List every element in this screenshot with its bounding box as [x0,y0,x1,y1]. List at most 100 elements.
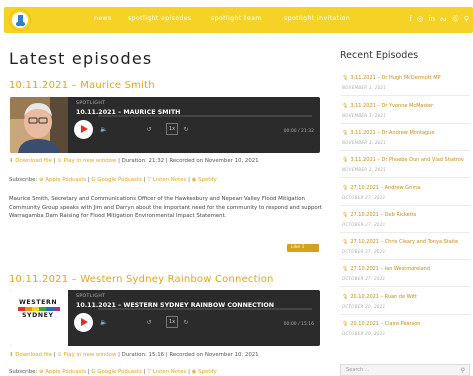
linkedin-icon[interactable]: in [429,15,435,23]
recent-episode-link[interactable]: 🎙 27.10.2021 – Andrew Grima [342,185,472,191]
recent-episode-link[interactable]: 🎙 27.10.2021 – Deb Ricketts [342,212,472,218]
mic-icon: 🎙 [342,130,349,136]
mic-icon: 🎙 [342,239,349,245]
apple-podcasts-link[interactable]: Apple Podcasts [45,369,86,375]
sidebar-search-input[interactable]: Search ... ⚲ [340,364,470,376]
recent-episode-date: OCTOBER 27, 2021 [342,222,386,227]
mic-icon: 🎙 [342,75,349,81]
recorded-date: Recorded on November 10, 2021 [169,352,259,358]
play-button[interactable] [74,313,93,332]
top-bar: news spotlight episodes spotlight team s… [4,7,473,33]
progress-track[interactable] [98,308,312,310]
mic-icon: 🎙 [342,185,349,191]
nav-spotlight-invitation[interactable]: spotlight invitation [284,15,350,22]
subscribe-label: Subscribe: [9,369,38,375]
search-icon[interactable]: ⚲ [464,15,469,23]
page-title: Latest episodes [9,49,153,68]
forward-icon[interactable]: ↻ [180,317,192,328]
download-link[interactable]: Download file [15,352,52,358]
episode-meta: ⬇ Download file | ⊙ Play in new window |… [9,352,259,358]
volume-icon[interactable]: 🔈 [100,319,107,326]
rss-icon[interactable]: ᔓ [440,15,446,23]
audio-player: WESTERN SYDNEY SPOTLIGHT 10.11.2021 – WE… [10,290,320,346]
download-link[interactable]: Download file [15,158,52,164]
listen-notes-link[interactable]: Listen Notes [153,177,186,183]
nav-spotlight-team[interactable]: spotlight team [211,15,262,22]
recent-episode-link[interactable]: 🎙 3.11.2021 – Dr Yvonne McMaster [342,103,472,109]
mic-icon: 🎙 [342,212,349,218]
nav-news[interactable]: news [94,15,112,22]
episode-description: Maurice Smith, Secretary and Communicati… [9,196,323,220]
progress-track[interactable] [98,115,312,117]
recent-episode-link[interactable]: 🎙 20.10.2021 – Ruan de Witt [342,294,472,300]
episode-title[interactable]: 10.11.2021 – Western Sydney Rainbow Conn… [9,274,274,285]
facebook-icon[interactable]: f [409,15,411,23]
subscribe-row: Subscribe: ⊕ Apple Podcasts | G Google P… [9,369,217,375]
spotify-link[interactable]: Spotify [198,369,217,375]
episode-title[interactable]: 10.11.2021 – Maurice Smith [9,80,155,91]
google-podcasts-link[interactable]: Google Podcasts [97,369,142,375]
mic-icon: 🎙 [342,321,349,327]
like-button[interactable]: Like 1 [287,244,319,252]
mic-icon: 🎙 [342,157,349,163]
download-icon[interactable]: ⬇ [9,158,14,164]
recent-episode-date: NOVEMBER 3, 2021 [342,167,387,172]
recent-episode-link[interactable]: 🎙 27.10.2021 – Chris Cleary and Tonya Sta… [342,239,472,245]
recent-episode-date: OCTOBER 27, 2021 [342,195,386,200]
download-icon[interactable]: ⬇ [9,352,14,358]
sidebar-title: Recent Episodes [340,50,419,61]
search-icon[interactable]: ⚲ [461,366,465,376]
subscribe-label: Subscribe: [9,177,38,183]
play-new-window-link[interactable]: Play in new window [63,352,116,358]
play-button[interactable] [74,120,93,139]
speed-button[interactable]: 1x [166,123,178,135]
apple-podcasts-link[interactable]: Apple Podcasts [45,177,86,183]
player-time: 00:00 / 15:16 [283,322,314,327]
recent-episode-date: NOVEMBER 3, 2021 [342,140,387,145]
instagram-icon[interactable]: ◎ [417,15,423,23]
spotify-link[interactable]: Spotify [198,177,217,183]
mic-icon: 🎙 [342,266,349,272]
mic-icon: 🎙 [342,294,349,300]
listen-notes-link[interactable]: Listen Notes [153,369,186,375]
speed-button[interactable]: 1x [166,316,178,328]
divider [340,286,470,287]
social-links: f ◎ in ᔓ Ⓖ ⚲ [406,14,469,24]
play-new-window-link[interactable]: Play in new window [63,158,116,164]
logo-text-sydney: SYDNEY [22,312,54,319]
divider [340,123,470,124]
recent-episode-date: NOVEMBER 3, 2021 [342,85,387,90]
forward-icon[interactable]: ↻ [180,124,192,135]
mic-icon: 🎙 [342,103,349,109]
rewind-icon[interactable]: ↺ [143,317,155,328]
divider [340,259,470,260]
recent-episode-date: OCTOBER 27, 2021 [342,276,386,281]
play-window-icon[interactable]: ⊙ [57,352,62,358]
recent-episode-date: NOVEMBER 3, 2021 [342,113,387,118]
recent-episode-date: OCTOBER 20, 2021 [342,304,386,309]
divider [340,150,470,151]
subscribe-row: Subscribe: ⊕ Apple Podcasts | G Google P… [9,177,217,183]
play-window-icon[interactable]: ⊙ [57,158,62,164]
recent-episode-link[interactable]: 🎙 3.11.2021 – Dr Hugh McDermott MP [342,75,472,81]
rewind-icon[interactable]: ↺ [143,124,155,135]
recent-episode-link[interactable]: 🎙 27.10.2021 – Ian Westmoreland [342,266,472,272]
recent-episode-link[interactable]: 🎙 20.10.2021 – Claire Pearson [342,321,472,327]
volume-icon[interactable]: 🔈 [100,126,107,133]
google-podcasts-link[interactable]: Google Podcasts [97,177,142,183]
recorded-date: Recorded on November 10, 2021 [169,158,259,164]
nav-spotlight-episodes[interactable]: spotlight episodes [128,15,192,22]
recent-episode-date: OCTOBER 27, 2021 [342,249,386,254]
google-icon[interactable]: Ⓖ [452,15,459,23]
recent-episode-link[interactable]: 🎙 3.11.2021 – Dr Phoebe Dun and Vlad Shat… [342,157,472,163]
player-tag: SPOTLIGHT [76,101,106,106]
audio-player: SPOTLIGHT 10.11.2021 – MAURICE SMITH 🔈 ↺… [10,97,320,153]
recent-episode-date: OCTOBER 20, 2021 [342,331,386,336]
player-tag: SPOTLIGHT [76,294,106,299]
divider [340,205,470,206]
divider [340,177,470,178]
recent-episode-link[interactable]: 🎙 3.11.2021 – Dr Andrew Montague [342,130,472,136]
player-time: 00:00 / 21:32 [283,129,314,134]
duration: Duration: 15:16 [121,352,165,358]
site-logo[interactable] [10,10,30,30]
